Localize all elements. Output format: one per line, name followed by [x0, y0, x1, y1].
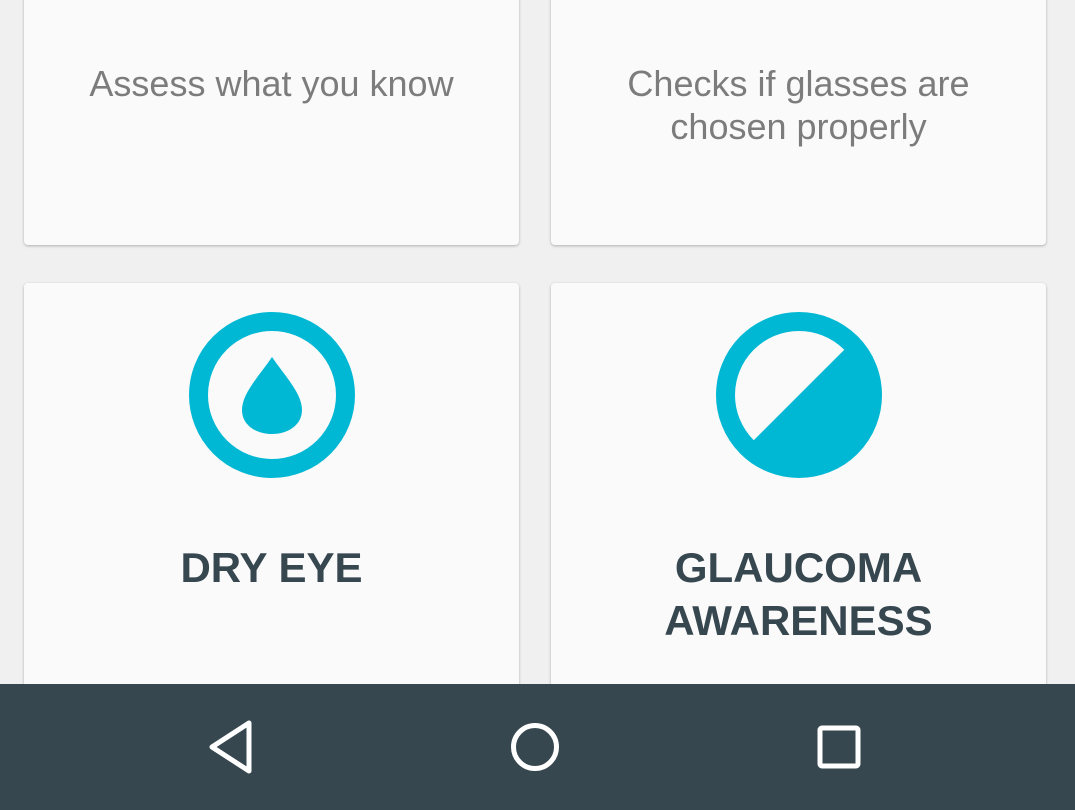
- home-circle-icon: [511, 723, 559, 771]
- home-button[interactable]: [505, 717, 565, 777]
- card-glasses-check[interactable]: Checks if glasses are chosen properly: [551, 0, 1046, 245]
- card-glaucoma-awareness[interactable]: GLAUCOMA AWARENESS: [551, 283, 1046, 723]
- app-screen: Assess what you know Checks if glasses a…: [0, 0, 1075, 810]
- recents-button[interactable]: [809, 717, 869, 777]
- card-assess-knowledge[interactable]: Assess what you know: [24, 0, 519, 245]
- system-navigation-bar: [0, 684, 1075, 810]
- card-title: GLAUCOMA AWARENESS: [664, 544, 933, 644]
- card-dry-eye[interactable]: DRY EYE: [24, 283, 519, 723]
- card-description: Assess what you know: [89, 63, 454, 104]
- recents-square-icon: [817, 725, 861, 769]
- card-title: DRY EYE: [180, 544, 363, 591]
- card-description: Checks if glasses are chosen properly: [627, 63, 970, 147]
- droplet-in-circle-icon: [188, 311, 356, 479]
- back-button[interactable]: [202, 717, 262, 777]
- back-triangle-icon: [209, 720, 252, 774]
- half-filled-circle-icon: [715, 311, 883, 479]
